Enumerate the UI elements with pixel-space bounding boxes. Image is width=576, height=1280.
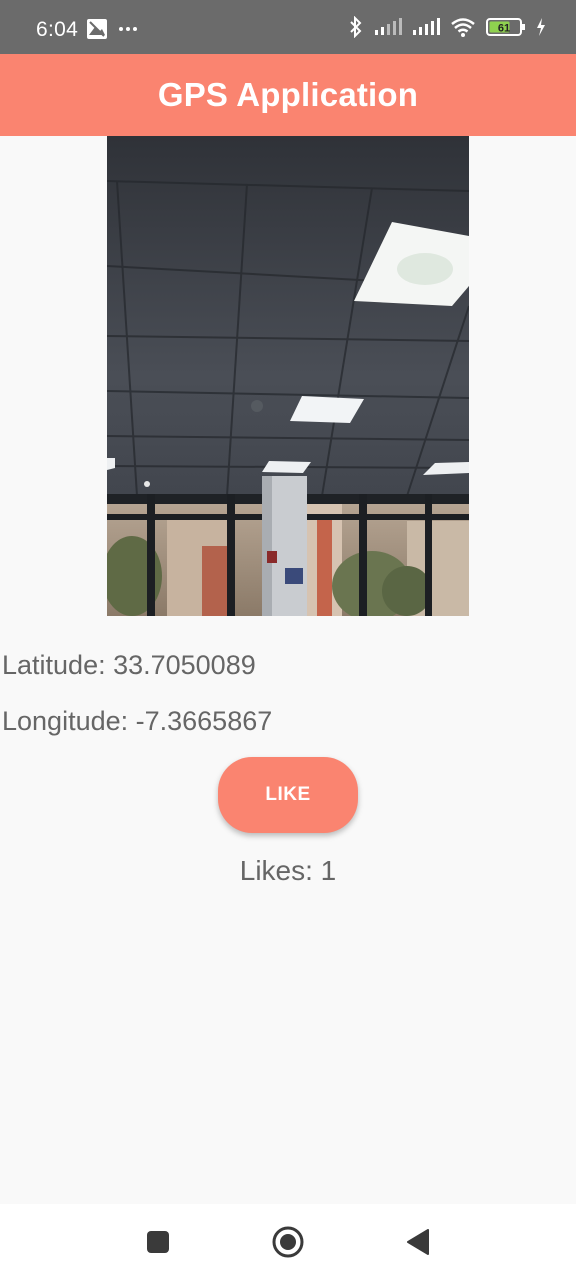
bluetooth-icon xyxy=(350,16,362,38)
likes-count: Likes: 1 xyxy=(239,855,337,886)
status-bar: 6:04 61 xyxy=(0,0,576,54)
recents-button[interactable] xyxy=(138,1222,178,1262)
app-title: GPS Application xyxy=(157,76,419,113)
app-bar: GPS Application xyxy=(0,54,576,136)
signal-icon xyxy=(413,18,440,35)
recents-square-icon xyxy=(147,1231,169,1253)
signal-icon xyxy=(375,18,402,35)
home-circle-icon xyxy=(272,1226,304,1258)
photo-image xyxy=(107,136,469,616)
navigation-bar xyxy=(0,1204,576,1280)
status-time: 6:04 xyxy=(36,18,79,41)
gallery-notification-icon xyxy=(87,19,107,39)
battery-level: 61 xyxy=(498,23,510,35)
back-triangle-icon xyxy=(407,1229,429,1255)
back-button[interactable] xyxy=(398,1222,438,1262)
longitude-text: Longitude: -7.3665867 xyxy=(2,706,273,736)
like-button[interactable]: LIKE xyxy=(218,757,358,833)
latitude-text: Latitude: 33.7050089 xyxy=(2,650,256,680)
more-dots-icon xyxy=(119,27,137,31)
captured-photo xyxy=(107,136,469,616)
home-button[interactable] xyxy=(268,1222,308,1262)
battery-icon: 61 xyxy=(486,18,525,36)
wifi-icon xyxy=(451,18,475,37)
charging-icon xyxy=(537,18,545,36)
